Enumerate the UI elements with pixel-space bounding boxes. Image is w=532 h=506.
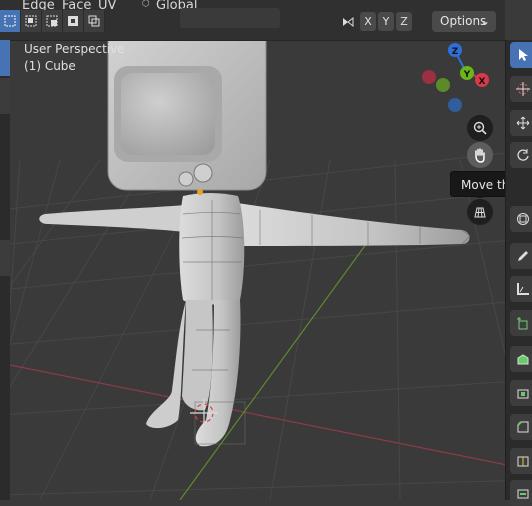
select-intersect-icon xyxy=(88,15,100,27)
ortho-toggle-button[interactable] xyxy=(467,199,493,225)
gizmo-x-label: X xyxy=(479,77,486,87)
x-axis-line xyxy=(0,362,532,471)
loop-cut-tool-button[interactable] xyxy=(510,448,532,474)
bevel-icon xyxy=(517,421,529,433)
knife-icon xyxy=(517,489,529,499)
inset-icon xyxy=(517,389,529,399)
mirror-icon xyxy=(343,16,354,27)
object-label: (1) Cube xyxy=(24,59,76,73)
measure-tool-button[interactable] xyxy=(510,276,532,302)
extrude-icon xyxy=(517,354,529,365)
navigation-gizmo: Z Y X xyxy=(422,43,489,112)
add-cube-icon xyxy=(517,317,528,330)
ruler-icon xyxy=(517,283,529,295)
rotate-tool-button[interactable] xyxy=(510,142,532,168)
cursor-tool-button[interactable] xyxy=(510,76,532,102)
chevron-down-icon: ⌄ xyxy=(479,14,490,28)
inset-tool-button[interactable] xyxy=(510,380,532,406)
grid-icon xyxy=(474,207,486,218)
axis-z-toggle[interactable]: Z xyxy=(396,12,412,31)
gizmo-y-label: Y xyxy=(463,70,471,80)
select-invert-icon xyxy=(68,16,78,26)
left-tab[interactable] xyxy=(0,78,10,114)
select-extend-icon xyxy=(25,15,37,27)
perspective-label: User Perspective xyxy=(24,42,125,56)
add-cube-tool-button[interactable] xyxy=(510,310,532,336)
pencil-icon xyxy=(518,251,528,261)
floor-grid xyxy=(0,149,532,500)
gizmo-z-label: Z xyxy=(452,47,459,57)
select-extend-button[interactable] xyxy=(21,10,42,32)
axis-toggle-group: X Y Z xyxy=(341,12,412,31)
annotate-tool-button[interactable] xyxy=(510,243,532,269)
crosshair-icon xyxy=(516,82,530,96)
select-intersect-button[interactable] xyxy=(84,10,105,32)
orientation-icon: ⬡ xyxy=(142,0,150,9)
move-tool-button[interactable] xyxy=(510,110,532,136)
select-tool-button[interactable] xyxy=(510,42,532,68)
select-mode-group xyxy=(0,10,105,32)
left-panel-edge xyxy=(0,40,10,500)
header-spacer-field xyxy=(180,8,280,28)
transform-icon xyxy=(517,213,529,225)
extrude-tool-button[interactable] xyxy=(510,346,532,372)
select-box-icon xyxy=(4,15,16,27)
left-tab[interactable] xyxy=(0,240,10,276)
rotate-icon xyxy=(517,149,529,161)
left-tab-active[interactable] xyxy=(0,40,10,76)
axis-y-toggle[interactable]: Y xyxy=(378,12,394,31)
zoom-button[interactable] xyxy=(467,115,493,141)
axis-x-toggle[interactable]: X xyxy=(360,12,376,31)
3d-viewport[interactable]: Z Y X xyxy=(0,0,532,500)
select-box-button[interactable] xyxy=(0,10,21,32)
options-dropdown[interactable]: Options ⌄ xyxy=(432,11,496,32)
loop-cut-icon xyxy=(517,456,529,467)
select-subtract-button[interactable] xyxy=(42,10,63,32)
bevel-tool-button[interactable] xyxy=(510,414,532,440)
pan-button[interactable] xyxy=(467,142,493,168)
knife-tool-button[interactable] xyxy=(510,480,532,506)
hand-icon xyxy=(475,148,485,163)
select-invert-button[interactable] xyxy=(63,10,84,32)
zoom-icon xyxy=(473,121,487,135)
transform-tool-button[interactable] xyxy=(510,206,532,232)
viewport-canvas[interactable]: Z Y X xyxy=(0,0,532,500)
tool-shelf xyxy=(505,40,532,506)
viewport-header: Edge Face UV Global ⬡ X Y Z Options ⌄ xyxy=(0,0,505,41)
select-subtract-icon xyxy=(46,15,58,27)
move-icon xyxy=(516,116,530,130)
cursor-arrow-icon xyxy=(519,49,528,61)
